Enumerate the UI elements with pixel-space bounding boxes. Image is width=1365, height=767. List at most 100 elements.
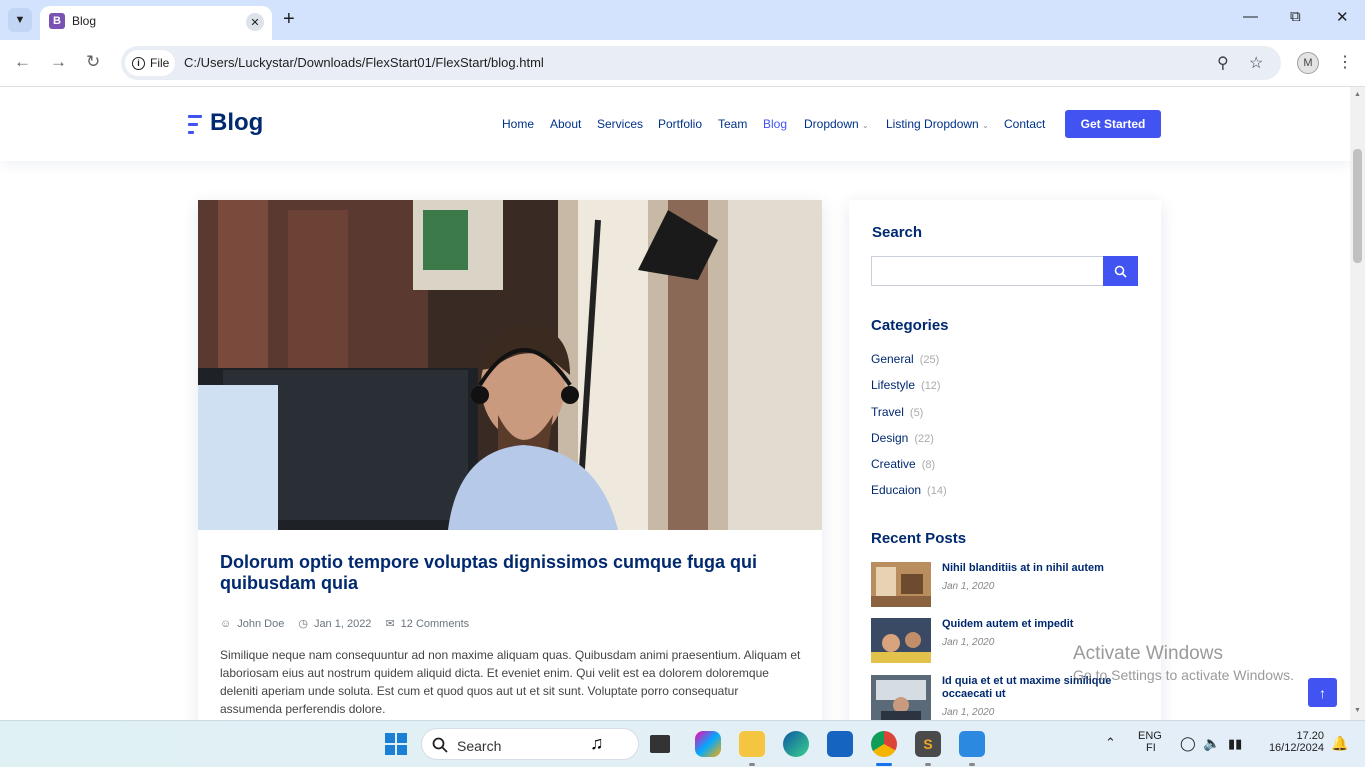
task-view-icon[interactable] (650, 735, 670, 753)
nav-portfolio[interactable]: Portfolio (658, 117, 702, 131)
post-author-name: John Doe (237, 617, 285, 630)
category-item[interactable]: Design (22) (871, 431, 934, 445)
category-item[interactable]: Educaion (14) (871, 483, 947, 497)
search-highlight-icon: ♫ (590, 733, 604, 753)
photos-running-indicator (969, 763, 975, 766)
battery-icon[interactable]: ▮▮ (1228, 736, 1242, 752)
browser-tab[interactable]: B Blog ✕ (40, 6, 272, 40)
category-count: (8) (921, 459, 936, 471)
nav-team[interactable]: Team (718, 117, 747, 131)
sidebar-search-input[interactable] (871, 256, 1138, 286)
windows-taskbar: Search ♫ S ⌃ ENG FI ◯ 🔈 ▮▮ 17.20 16/12/202… (0, 720, 1365, 767)
file-explorer-icon[interactable] (739, 731, 765, 757)
recent-post-title: Quidem autem et impedit (942, 618, 1074, 630)
reload-icon[interactable]: ↻ (86, 52, 100, 72)
logo-icon (188, 115, 204, 135)
copilot-icon[interactable] (695, 731, 721, 757)
back-arrow-icon[interactable]: ← (14, 52, 31, 72)
post-image[interactable] (198, 200, 822, 530)
chevron-up-icon[interactable]: ⌃ (1105, 735, 1116, 751)
language-indicator[interactable]: ENG FI (1138, 730, 1162, 754)
new-tab-button[interactable]: + (283, 9, 295, 29)
volume-icon[interactable]: 🔈 (1203, 735, 1220, 752)
site-chip-label: File (150, 56, 170, 70)
zoom-icon[interactable]: ⚲ (1217, 53, 1229, 73)
search-icon (1114, 265, 1127, 278)
category-item[interactable]: Creative (8) (871, 457, 935, 471)
scroll-thumb[interactable] (1353, 149, 1362, 263)
site-info-chip[interactable]: i File (125, 50, 175, 76)
minimize-button[interactable]: — (1243, 8, 1258, 25)
browser-toolbar: ← → ↻ i File C:/Users/Luckystar/Download… (0, 40, 1365, 87)
categories-heading: Categories (871, 317, 949, 334)
chevron-down-icon: ▼ (14, 14, 26, 26)
activate-title: Activate Windows (1073, 643, 1223, 664)
nav-blog[interactable]: Blog (763, 117, 787, 131)
category-count: (25) (919, 354, 940, 366)
notification-bell-icon[interactable]: 🔔 (1331, 735, 1348, 752)
clock[interactable]: 17.20 16/12/2024 (1262, 730, 1324, 754)
close-icon: ✕ (250, 16, 260, 29)
bootstrap-favicon-icon: B (49, 13, 65, 29)
restore-button[interactable]: ⧉ (1290, 8, 1301, 25)
window-close-button[interactable]: ✕ (1336, 8, 1349, 26)
arrow-up-icon: ↑ (1319, 684, 1326, 701)
page-scrollbar[interactable]: ▲ ▼ (1350, 87, 1365, 720)
search-submit-button[interactable] (1103, 256, 1138, 286)
profile-avatar[interactable]: M (1297, 52, 1319, 74)
scroll-down-icon[interactable]: ▼ (1354, 707, 1361, 714)
post-comments-text: 12 Comments (400, 617, 470, 630)
post-comments[interactable]: ✉ 12 Comments (385, 617, 470, 631)
category-name: Travel (871, 405, 904, 419)
nav-home[interactable]: Home (502, 117, 534, 131)
recent-posts-heading: Recent Posts (871, 530, 967, 547)
windows-start-icon[interactable] (383, 731, 409, 757)
recent-post-date: Jan 1, 2020 (942, 637, 995, 648)
nav-dropdown-label: Dropdown (804, 117, 859, 131)
nav-listing-dropdown[interactable]: Listing Dropdown ⌄ (886, 117, 989, 131)
edge-icon[interactable] (783, 731, 809, 757)
forward-arrow-icon[interactable]: → (50, 52, 67, 72)
bookmark-star-icon[interactable]: ☆ (1249, 53, 1263, 73)
get-started-button[interactable]: Get Started (1065, 110, 1161, 138)
photos-icon[interactable] (959, 731, 985, 757)
explorer-running-indicator (749, 763, 755, 766)
network-icon[interactable]: ◯ (1180, 735, 1196, 752)
browser-chrome: ▼ B Blog ✕ + — ⧉ ✕ ← → ↻ i File C:/Users… (0, 0, 1365, 87)
back-to-top-button[interactable]: ↑ (1308, 678, 1337, 707)
more-menu-icon[interactable]: ⋮ (1337, 52, 1353, 72)
category-item[interactable]: General (25) (871, 352, 939, 366)
post-date[interactable]: ◷ Jan 1, 2022 (298, 617, 371, 631)
recent-post-thumb (871, 618, 931, 663)
category-name: Educaion (871, 483, 922, 497)
recent-post-title: Nihil blanditiis at in nihil autem (942, 562, 1104, 574)
category-count: (5) (909, 407, 924, 419)
chrome-active-indicator (876, 763, 892, 766)
sublime-text-icon[interactable]: S (915, 731, 941, 757)
category-item[interactable]: Lifestyle (12) (871, 378, 941, 392)
category-count: (14) (927, 485, 947, 497)
store-icon[interactable] (827, 731, 853, 757)
nav-about[interactable]: About (550, 117, 581, 131)
nav-contact[interactable]: Contact (1004, 117, 1045, 131)
post-title[interactable]: Dolorum optio tempore voluptas dignissim… (220, 552, 800, 594)
chat-icon: ✉ (385, 618, 395, 630)
chrome-icon[interactable] (871, 731, 897, 757)
taskbar-search[interactable]: Search ♫ (421, 728, 639, 760)
category-count: (22) (914, 433, 934, 445)
post-author[interactable]: ☺ John Doe (220, 618, 284, 630)
recent-post-date: Jan 1, 2020 (942, 707, 995, 718)
category-name: Lifestyle (871, 378, 916, 392)
category-item[interactable]: Travel (5) (871, 405, 923, 419)
recent-post-item[interactable]: Nihil blanditiis at in nihil autem Jan 1… (871, 562, 1141, 612)
site-logo[interactable]: Blog (210, 109, 263, 137)
search-icon (432, 737, 448, 753)
tab-close-button[interactable]: ✕ (246, 13, 264, 31)
address-bar[interactable]: i File C:/Users/Luckystar/Downloads/Flex… (121, 46, 1281, 80)
scroll-up-icon[interactable]: ▲ (1354, 91, 1361, 98)
nav-services[interactable]: Services (597, 117, 643, 131)
recent-post-thumb (871, 562, 931, 607)
chevron-down-icon: ⌄ (982, 121, 989, 130)
tab-search-button[interactable]: ▼ (8, 8, 32, 32)
nav-dropdown[interactable]: Dropdown ⌄ (804, 117, 869, 131)
